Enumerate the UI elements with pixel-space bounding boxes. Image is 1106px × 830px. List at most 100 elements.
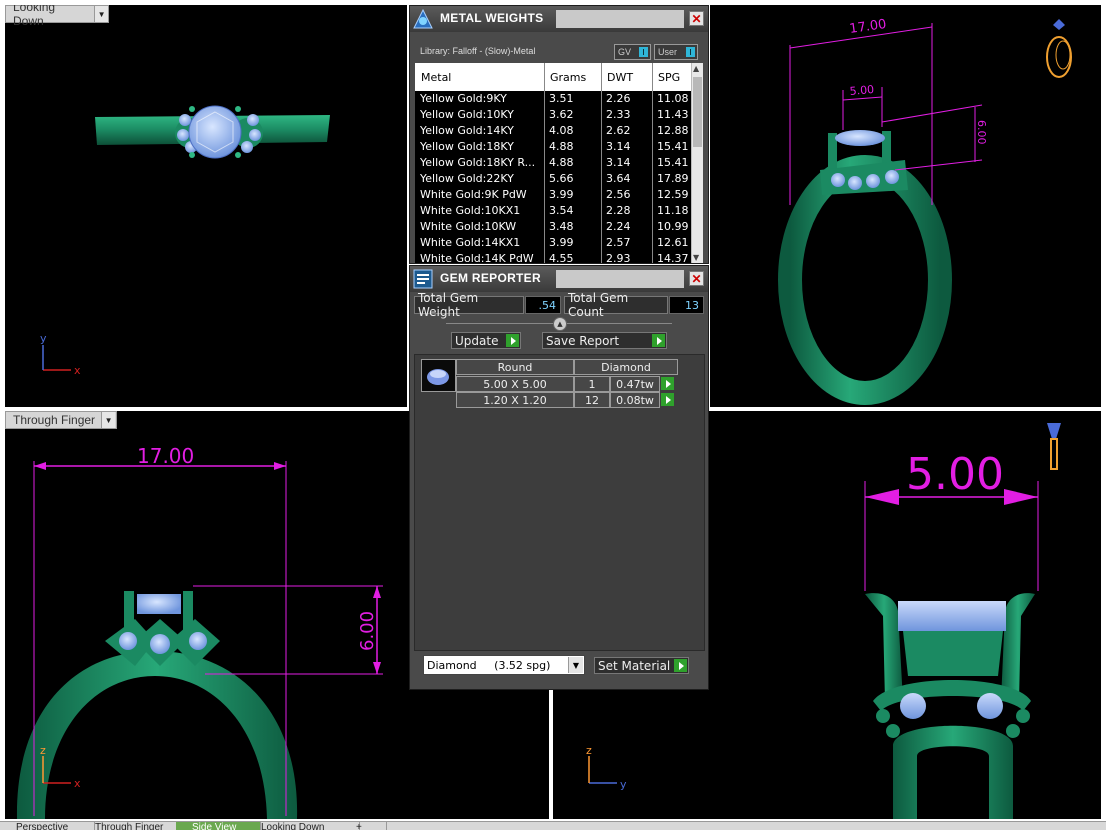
metal-weights-titlebar[interactable]: METAL WEIGHTS ✕ [410,6,708,32]
axis-y-label: y [620,778,627,791]
gv-toggle[interactable]: GV I [614,44,651,60]
cell-spg: 15.41 [657,156,689,169]
close-icon[interactable]: ✕ [689,11,704,26]
cell-grams: 4.08 [549,124,574,137]
table-row[interactable]: Yellow Gold:22KY 5.66 3.64 17.89 [415,171,691,187]
cell-grams: 4.55 [549,252,574,263]
axis-y-label: y [40,332,47,345]
dimension-height-label: 6.00 [357,611,378,651]
table-row[interactable]: White Gold:10KW 3.48 2.24 10.99 [415,219,691,235]
dimension-width-label: 17.00 [137,444,194,468]
play-icon [674,659,687,672]
save-report-button[interactable]: Save Report [542,332,667,349]
viewport-label-text: Looking Down [13,5,56,28]
ring-orientation-icon [1046,19,1072,78]
cell-spg: 12.59 [657,188,689,201]
table-row[interactable]: Yellow Gold:10KY 3.62 2.33 11.43 [415,107,691,123]
cell-spg: 15.41 [657,140,689,153]
user-toggle-label: User [658,47,678,57]
cell-spg: 17.89 [657,172,689,185]
dimension-stone-label: 5.00 [906,449,1004,500]
cell-spg: 12.61 [657,236,689,249]
table-row[interactable]: Yellow Gold:18KY 4.88 3.14 15.41 [415,139,691,155]
table-row[interactable]: White Gold:14K PdW 4.55 2.93 14.37 [415,251,691,263]
table-row[interactable]: Yellow Gold:18KY R... 4.88 3.14 15.41 [415,155,691,171]
metal-table-scrollbar[interactable]: ▲ ▼ [691,63,703,263]
update-button[interactable]: Update [451,332,521,349]
metal-weights-icon [413,8,433,29]
ring-render-perspective: 17.00 5.00 6.00 [778,17,1072,405]
column-divider [601,63,602,263]
chevron-down-icon[interactable]: ▼ [101,412,116,428]
collapse-toggle-icon[interactable]: ▲ [553,317,567,331]
table-row[interactable]: White Gold:9K PdW 3.99 2.56 12.59 [415,187,691,203]
cell-dwt: 2.28 [606,204,631,217]
cell-dwt: 2.62 [606,124,631,137]
play-icon [506,334,519,347]
titlebar-strip [556,270,684,288]
column-divider [544,63,545,263]
cell-metal: Yellow Gold:18KY R... [420,156,536,169]
material-select[interactable]: Diamond (3.52 spg) ▼ [423,655,585,675]
cell-spg: 11.43 [657,108,689,121]
cell-dwt: 2.93 [606,252,631,263]
cell-dwt: 2.56 [606,188,631,201]
cell-metal: Yellow Gold:18KY [420,140,514,153]
material-select-value: Diamond (3.52 spg) [427,658,551,672]
gem-reporter-icon [413,269,433,289]
gem-size-cell: 1.20 X 1.20 [456,392,574,408]
table-row[interactable]: Yellow Gold:9KY 3.51 2.26 11.08 [415,91,691,107]
table-row[interactable]: White Gold:14KX1 3.99 2.57 12.61 [415,235,691,251]
gem-row-select-button[interactable] [661,377,674,390]
cell-dwt: 2.57 [606,236,631,249]
table-row[interactable]: White Gold:10KX1 3.54 2.28 11.18 [415,203,691,219]
cell-dwt: 2.26 [606,92,631,105]
column-header-spg[interactable]: SPG [658,71,680,84]
cell-spg: 14.37 [657,252,689,263]
column-header-metal[interactable]: Metal [421,71,451,84]
cell-dwt: 3.64 [606,172,631,185]
column-header-grams[interactable]: Grams [550,71,586,84]
gem-reporter-titlebar[interactable]: GEM REPORTER ✕ [410,266,708,292]
cell-metal: White Gold:10KX1 [420,204,521,217]
chevron-down-icon[interactable]: ▼ [94,6,108,22]
gem-row-select-button[interactable] [661,393,674,406]
cell-spg: 10.99 [657,220,689,233]
cell-grams: 3.99 [549,188,574,201]
user-toggle[interactable]: User I [654,44,698,60]
chevron-down-icon[interactable]: ▼ [568,657,583,673]
viewport-label-text: Through Finger [13,413,96,427]
scroll-up-icon[interactable]: ▲ [693,64,699,73]
metal-table[interactable]: Metal Grams DWT SPG Yellow Gold:9KY 3.51 2… [415,63,703,263]
dimension-stone-label: 5.00 [849,83,875,98]
scroll-down-icon[interactable]: ▼ [693,253,699,262]
scrollbar-thumb[interactable] [693,77,702,147]
viewport-perspective[interactable]: 17.00 5.00 6.00 [710,5,1101,407]
close-icon[interactable]: ✕ [689,271,704,286]
cell-metal: Yellow Gold:10KY [420,108,514,121]
viewport-label-looking-down[interactable]: Looking Down ▼ [5,5,109,28]
table-row[interactable]: Yellow Gold:14KY 4.08 2.62 12.88 [415,123,691,139]
viewport-looking-down[interactable]: x y Looking Down ▼ [5,5,407,407]
cell-dwt: 2.24 [606,220,631,233]
cell-grams: 3.54 [549,204,574,217]
set-material-button[interactable]: Set Material [594,657,689,674]
gem-reporter-panel: GEM REPORTER ✕ Total Gem Weight .54 Tota… [409,265,709,690]
cell-grams: 3.51 [549,92,574,105]
set-material-button-label: Set Material [598,658,671,673]
cell-metal: White Gold:14KX1 [420,236,521,249]
viewport-label-through-finger[interactable]: Through Finger ▼ [5,411,117,429]
gem-count-cell: 1 [574,376,610,392]
cell-dwt: 2.33 [606,108,631,121]
gem-reporter-title: GEM REPORTER [440,271,541,285]
axis-z-label: z [586,744,592,757]
metal-weights-title: METAL WEIGHTS [440,11,544,25]
ring-side-orientation-icon [1047,423,1061,470]
cell-dwt: 3.14 [606,140,631,153]
cell-grams: 4.88 [549,156,574,169]
axis-z-label: z [40,744,46,757]
column-header-dwt[interactable]: DWT [607,71,633,84]
total-gem-weight-value: .54 [525,296,561,314]
gem-size-cell: 5.00 X 5.00 [456,376,574,392]
metal-weights-panel: METAL WEIGHTS ✕ Library: Falloff - (Slow… [409,5,709,264]
